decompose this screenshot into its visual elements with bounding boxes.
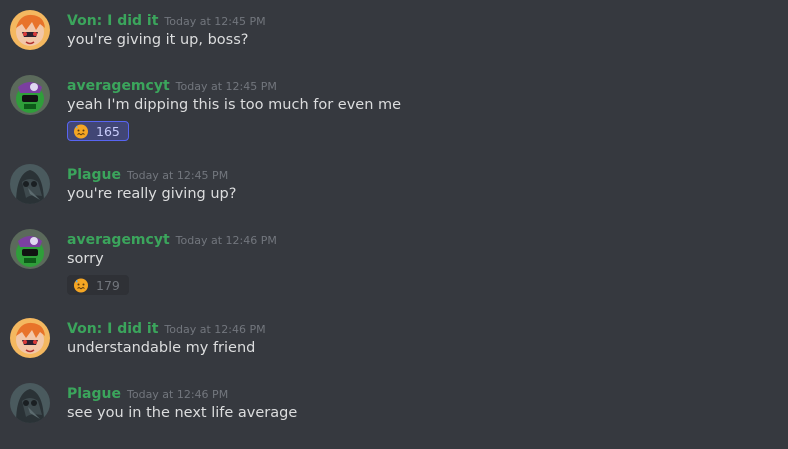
von-avatar[interactable] [10,318,50,358]
chat-messages: Von: I did it Today at 12:45 PM you're gi… [0,0,788,449]
plague-avatar[interactable] [10,164,50,204]
sweating-face-icon [73,277,89,293]
reaction-button[interactable]: 179 [67,275,129,295]
averagemcyt-avatar[interactable] [10,229,50,269]
timestamp: Today at 12:45 PM [175,80,277,93]
message-text: you're giving it up, boss? [67,32,249,48]
username[interactable]: Plague [67,386,121,402]
timestamp: Today at 12:45 PM [164,15,266,28]
plague-avatar[interactable] [10,383,50,423]
timestamp: Today at 12:46 PM [164,323,266,336]
message-text: see you in the next life average [67,405,298,421]
message-text: understandable my friend [67,340,256,356]
username[interactable]: averagemcyt [67,232,170,248]
reaction-count: 165 [96,123,120,139]
username[interactable]: averagemcyt [67,78,170,94]
sweating-face-icon [73,123,89,139]
message-text: yeah I'm dipping this is too much for ev… [67,97,402,113]
reaction-button[interactable]: 165 [67,121,129,141]
von-avatar[interactable] [10,10,50,50]
username[interactable]: Plague [67,167,121,183]
username[interactable]: Von: I did it [67,321,158,337]
timestamp: Today at 12:46 PM [127,388,229,401]
reaction-count: 179 [96,277,120,293]
username[interactable]: Von: I did it [67,13,158,29]
timestamp: Today at 12:45 PM [127,169,229,182]
timestamp: Today at 12:46 PM [175,234,277,247]
averagemcyt-avatar[interactable] [10,75,50,115]
message-text: you're really giving up? [67,186,237,202]
message-text: sorry [67,251,104,267]
